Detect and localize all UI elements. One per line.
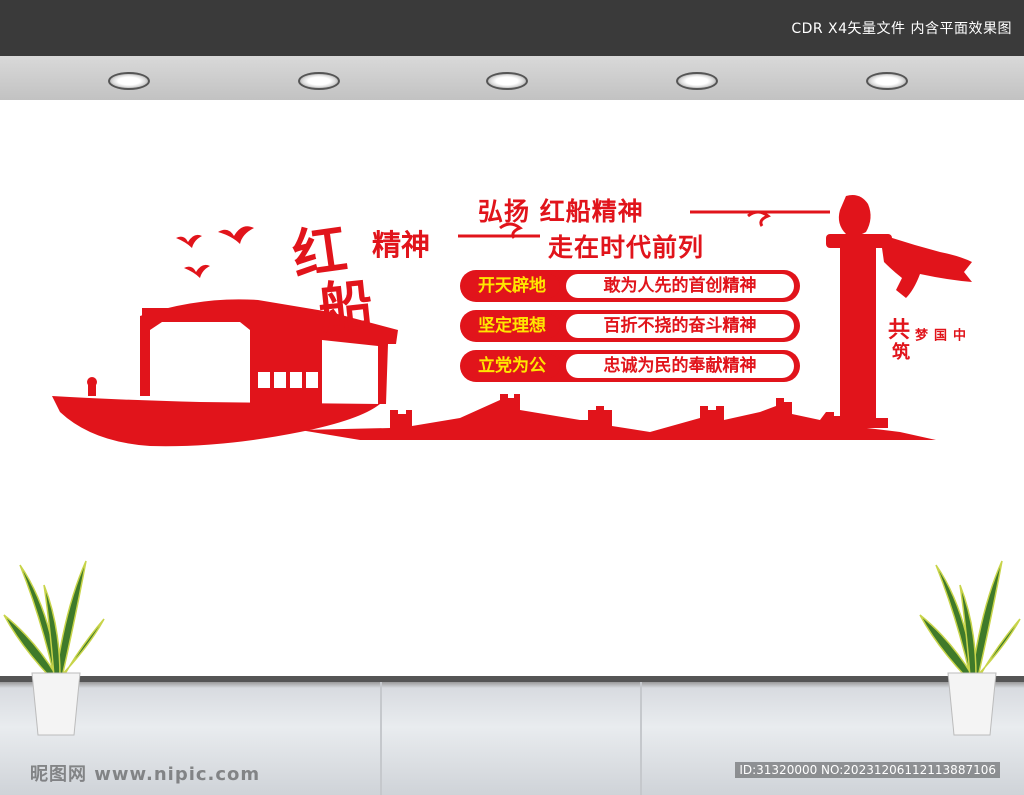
mural-graphics xyxy=(52,195,972,447)
doves-icon xyxy=(176,226,254,278)
spirit-row-text: 忠诚为民的奉献精神 xyxy=(566,354,794,378)
title-calligraphy-chuan: 船 xyxy=(315,271,376,341)
site-watermark: 昵图网 www.nipic.com xyxy=(30,764,261,785)
spirit-row-label: 坚定理想 xyxy=(464,314,560,338)
spirit-row-label: 立党为公 xyxy=(464,354,560,378)
side-text-zhu: 筑 xyxy=(892,342,910,363)
spirit-row: 立党为公 忠诚为民的奉献精神 xyxy=(460,350,800,382)
title-suffix: 精神 xyxy=(372,228,431,262)
image-id-watermark: ID:31320000 NO:20231206112113887106 xyxy=(735,762,1000,778)
slogan-line-2: 走在时代前列 xyxy=(548,233,705,262)
potted-plant-left-icon xyxy=(3,560,105,736)
spirit-row-text: 百折不挠的奋斗精神 xyxy=(566,314,794,338)
side-text-zhongguomeng: 中国梦 xyxy=(912,328,965,341)
spirit-row: 坚定理想 百折不挠的奋斗精神 xyxy=(460,310,800,342)
spirit-row-label: 开天辟地 xyxy=(464,274,560,298)
potted-plant-right-icon xyxy=(919,560,1021,736)
spirit-row-text: 敢为人先的首创精神 xyxy=(566,274,794,298)
spirit-row: 开天辟地 敢为人先的首创精神 xyxy=(460,270,800,302)
slogan-line-1: 弘扬 红船精神 xyxy=(478,197,644,226)
